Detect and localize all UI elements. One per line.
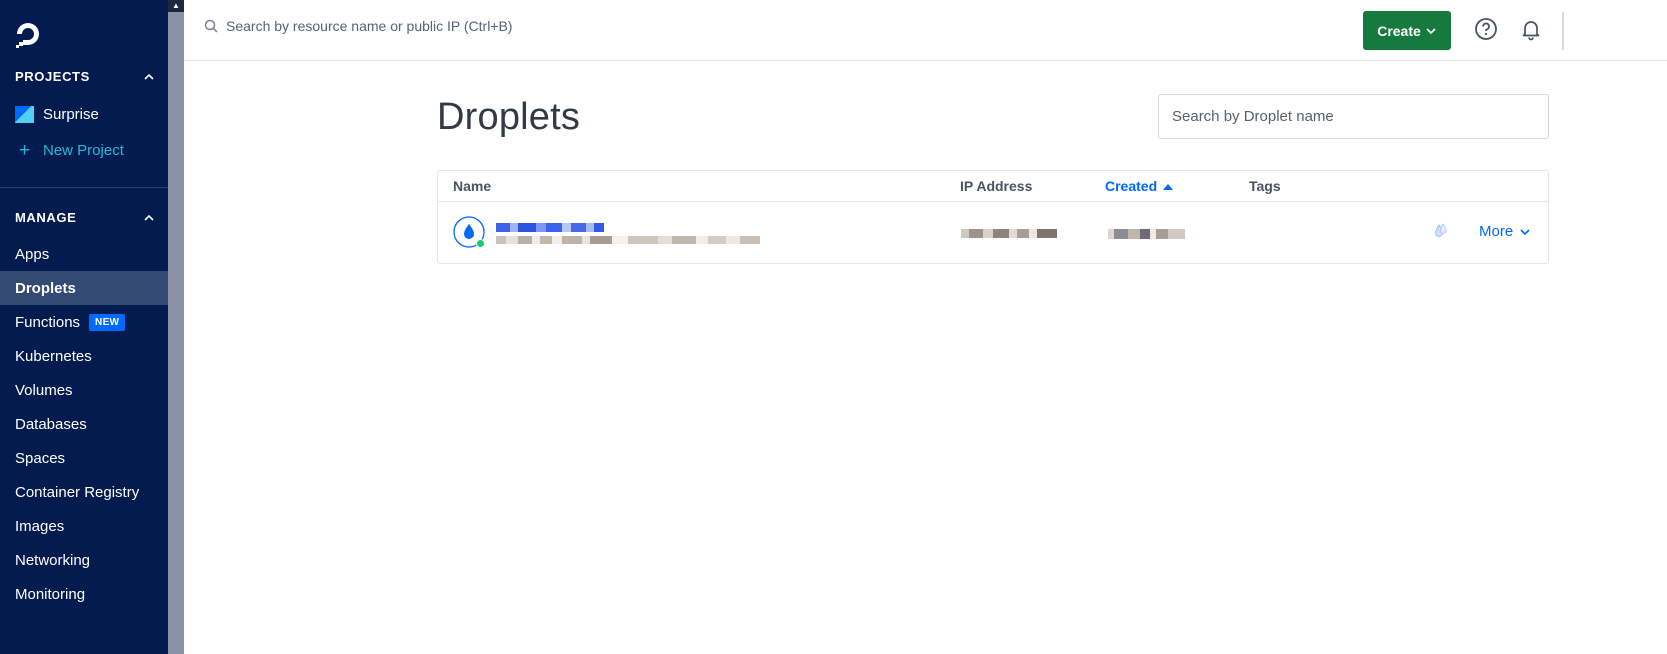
sidebar-item-label: Networking bbox=[15, 551, 91, 569]
sidebar-item-networking[interactable]: Networking bbox=[0, 543, 168, 577]
sidebar-item-apps[interactable]: Apps bbox=[0, 237, 168, 271]
sidebar-item-label: Monitoring bbox=[15, 585, 86, 603]
sidebar-scrollbar[interactable] bbox=[168, 0, 184, 654]
column-header-name[interactable]: Name bbox=[453, 178, 491, 194]
projects-section-toggle[interactable]: PROJECTS bbox=[15, 69, 155, 84]
sidebar-item-spaces[interactable]: Spaces bbox=[0, 441, 168, 475]
plus-icon: + bbox=[18, 140, 31, 161]
digitalocean-logo-icon[interactable] bbox=[14, 20, 42, 48]
chevron-up-icon bbox=[144, 214, 154, 221]
backup-droplet-icon[interactable] bbox=[1433, 223, 1449, 240]
chevron-down-icon bbox=[1520, 228, 1530, 235]
sort-ascending-icon bbox=[1163, 183, 1174, 190]
create-button-label: Create bbox=[1377, 22, 1421, 39]
scroll-up-arrow-icon[interactable]: ▲ bbox=[168, 0, 184, 12]
droplet-search-input[interactable] bbox=[1158, 94, 1549, 139]
sidebar-item-databases[interactable]: Databases bbox=[0, 407, 168, 441]
sidebar-item-volumes[interactable]: Volumes bbox=[0, 373, 168, 407]
sidebar-item-droplets[interactable]: Droplets bbox=[0, 271, 168, 305]
sidebar-item-label: Kubernetes bbox=[15, 347, 92, 365]
column-header-ip[interactable]: IP Address bbox=[960, 178, 1032, 194]
ip-address-redacted bbox=[961, 229, 1057, 238]
topbar-divider bbox=[1562, 12, 1564, 50]
manage-section-toggle[interactable]: MANAGE bbox=[15, 210, 155, 225]
more-actions-button[interactable]: More bbox=[1479, 223, 1531, 240]
bell-icon[interactable] bbox=[1519, 17, 1543, 41]
sidebar-item-label: Images bbox=[15, 517, 65, 535]
manage-nav: Apps Droplets Functions NEW Kubernetes Vo… bbox=[0, 237, 168, 611]
droplet-name-redacted[interactable] bbox=[496, 223, 604, 232]
search-icon bbox=[204, 19, 218, 33]
sidebar-item-container-registry[interactable]: Container Registry bbox=[0, 475, 168, 509]
new-project-label: New Project bbox=[43, 142, 124, 159]
chevron-up-icon bbox=[144, 73, 154, 80]
project-item-surprise[interactable]: Surprise bbox=[15, 106, 99, 123]
sidebar-item-label: Container Registry bbox=[15, 483, 140, 501]
created-date-redacted bbox=[1108, 229, 1185, 239]
project-color-icon bbox=[15, 106, 34, 123]
page-title: Droplets bbox=[437, 96, 581, 138]
sidebar-item-label: Apps bbox=[15, 245, 50, 263]
global-search-input[interactable] bbox=[226, 18, 726, 34]
table-row[interactable]: More bbox=[438, 202, 1548, 264]
droplet-specs-redacted bbox=[496, 236, 780, 244]
table-header: Name IP Address Created Tags bbox=[438, 171, 1548, 202]
sidebar-item-label: Databases bbox=[15, 415, 87, 433]
sidebar-divider bbox=[0, 187, 168, 188]
global-search bbox=[204, 18, 726, 34]
status-running-indicator bbox=[476, 239, 485, 248]
sidebar-item-monitoring[interactable]: Monitoring bbox=[0, 577, 168, 611]
sidebar-item-kubernetes[interactable]: Kubernetes bbox=[0, 339, 168, 373]
sidebar-item-images[interactable]: Images bbox=[0, 509, 168, 543]
chevron-down-icon bbox=[1426, 27, 1436, 34]
sidebar: PROJECTS Surprise + New Project MANAGE A… bbox=[0, 0, 168, 654]
help-icon[interactable] bbox=[1474, 17, 1498, 41]
sidebar-item-label: Droplets bbox=[15, 279, 76, 297]
more-label: More bbox=[1479, 223, 1514, 240]
new-project-link[interactable]: + New Project bbox=[15, 140, 124, 161]
manage-heading: MANAGE bbox=[15, 210, 77, 225]
sidebar-item-label: Spaces bbox=[15, 449, 66, 467]
new-badge: NEW bbox=[89, 313, 126, 331]
droplets-table: Name IP Address Created Tags More bbox=[437, 170, 1549, 264]
sidebar-item-functions[interactable]: Functions NEW bbox=[0, 305, 168, 339]
column-header-created[interactable]: Created bbox=[1105, 178, 1174, 194]
sidebar-item-label: Functions bbox=[15, 313, 81, 331]
project-label: Surprise bbox=[43, 106, 99, 123]
column-header-label: Created bbox=[1105, 178, 1158, 194]
create-button[interactable]: Create bbox=[1363, 11, 1451, 50]
sidebar-item-label: Volumes bbox=[15, 381, 73, 399]
column-header-tags[interactable]: Tags bbox=[1249, 178, 1281, 194]
projects-heading: PROJECTS bbox=[15, 69, 90, 84]
top-bar: Create bbox=[184, 0, 1667, 61]
